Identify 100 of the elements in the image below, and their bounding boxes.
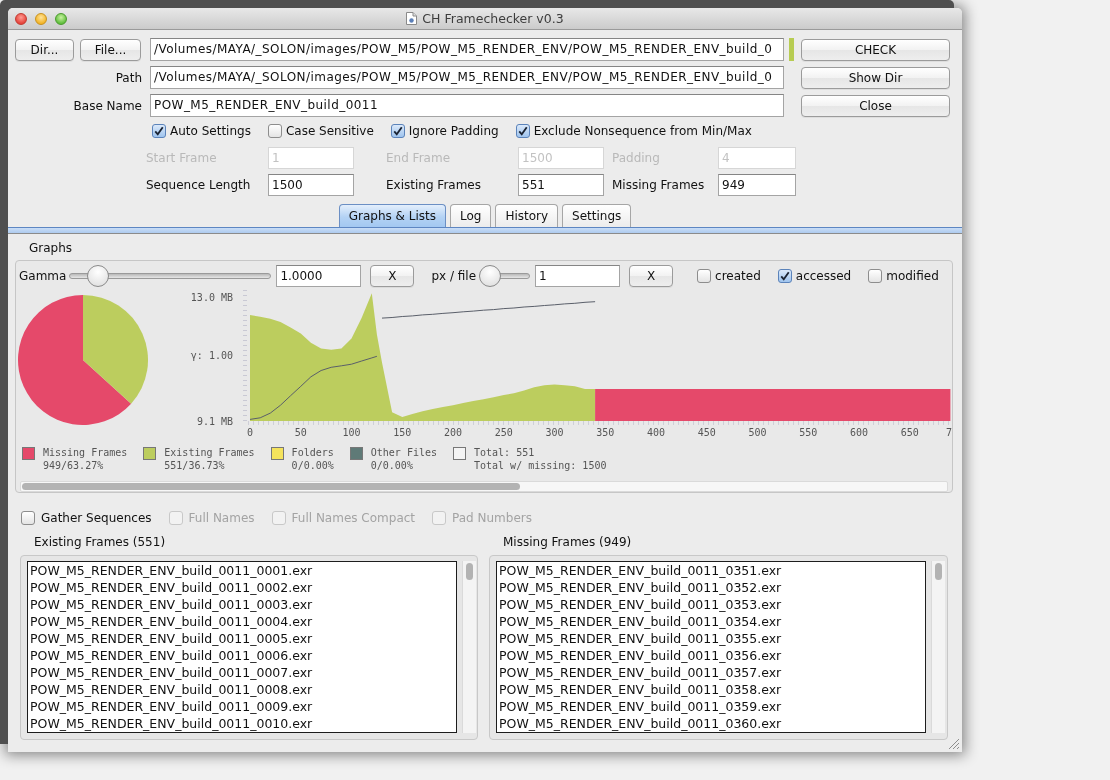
setting-field[interactable]: 1500 [268, 174, 354, 196]
tick-label: 500 [748, 427, 767, 438]
tab[interactable]: History [495, 204, 559, 227]
list-title: Missing Frames (949) [502, 535, 633, 549]
check-button[interactable]: CHECK [801, 38, 950, 61]
list-item[interactable]: POW_M5_RENDER_ENV_build_0011_0010.exr [28, 715, 456, 732]
slider-track[interactable] [69, 265, 272, 287]
legend-value: 0/0.00% [291, 459, 334, 472]
list-item[interactable]: POW_M5_RENDER_ENV_build_0011_0360.exr [497, 715, 925, 732]
list-item[interactable]: POW_M5_RENDER_ENV_build_0011_0003.exr [28, 596, 456, 613]
window-zoom-button[interactable] [55, 12, 67, 25]
tick-label: 650 [900, 427, 919, 438]
vertical-scrollbar[interactable] [462, 561, 476, 733]
checkbox-label[interactable]: Gather Sequences [41, 511, 152, 525]
checkbox-label[interactable]: Case Sensitive [285, 124, 374, 138]
checkbox[interactable] [697, 269, 712, 283]
checkbox[interactable] [21, 511, 35, 525]
file-path-field[interactable]: /Volumes/MAYA/_SOLON/images/POW_M5/POW_M5_RENDER_ENV/POW_M5_RENDER_ENV_build_0 [150, 38, 784, 61]
tick-label: 300 [545, 427, 564, 438]
tick-label: 350 [596, 427, 615, 438]
checkbox-label[interactable]: created [715, 269, 761, 283]
list-item[interactable]: POW_M5_RENDER_ENV_build_0011_0008.exr [28, 681, 456, 698]
checkbox[interactable] [515, 124, 530, 138]
window-minimize-button[interactable] [35, 12, 47, 25]
legend-label: Existing Frames [164, 446, 255, 459]
tick-label: 7 [945, 427, 952, 438]
tick-icon [392, 126, 403, 136]
window-close-button[interactable] [15, 12, 27, 25]
checkbox-label[interactable]: Exclude Nonsequence from Min/Max [533, 124, 752, 138]
resize-grip-icon[interactable] [948, 738, 960, 750]
list-item[interactable]: POW_M5_RENDER_ENV_build_0011_0359.exr [497, 698, 925, 715]
list-item[interactable]: POW_M5_RENDER_ENV_build_0011_0009.exr [28, 698, 456, 715]
setting-field[interactable]: 551 [518, 174, 604, 196]
list-item[interactable]: POW_M5_RENDER_ENV_build_0011_0002.exr [28, 579, 456, 596]
scrollbar-thumb[interactable] [22, 483, 520, 490]
value-field[interactable]: 1 [535, 265, 621, 287]
tick-label: 450 [697, 427, 716, 438]
slider-track[interactable] [479, 265, 531, 287]
list-title: Existing Frames (551) [33, 535, 167, 549]
list-item[interactable]: POW_M5_RENDER_ENV_build_0011_0351.exr [497, 562, 925, 579]
scrollbar-thumb[interactable] [466, 563, 473, 580]
legend-value: 0/0.00% [370, 459, 414, 472]
tab[interactable]: Graphs & Lists [338, 204, 446, 227]
list-item[interactable]: POW_M5_RENDER_ENV_build_0011_0352.exr [497, 579, 925, 596]
list-item[interactable]: POW_M5_RENDER_ENV_build_0011_0355.exr [497, 630, 925, 647]
reset-button[interactable]: X [629, 265, 674, 287]
horizontal-scrollbar[interactable] [20, 481, 948, 492]
tick-label: 0 [247, 427, 253, 438]
field-label: Base Name [72, 98, 143, 113]
slider-thumb[interactable] [479, 265, 502, 287]
list-item[interactable]: POW_M5_RENDER_ENV_build_0011_0005.exr [28, 630, 456, 647]
setting-label: Existing Frames [385, 178, 482, 192]
tab[interactable]: Settings [562, 204, 632, 227]
base-name-field[interactable]: POW_M5_RENDER_ENV_build_0011 [150, 94, 784, 117]
list-item[interactable]: POW_M5_RENDER_ENV_build_0011_0004.exr [28, 613, 456, 630]
list-item[interactable]: POW_M5_RENDER_ENV_build_0011_0357.exr [497, 664, 925, 681]
checkbox[interactable] [777, 269, 792, 283]
tick-label: 9.1 MB [196, 415, 233, 427]
show-dir-button[interactable]: Show Dir [801, 66, 950, 89]
browse-button[interactable]: Dir... [15, 38, 74, 61]
tick-icon [517, 126, 528, 136]
tick-label: 200 [444, 427, 463, 438]
tick-label: 600 [850, 427, 869, 438]
checkbox-label[interactable]: Ignore Padding [408, 124, 499, 138]
list-item[interactable]: POW_M5_RENDER_ENV_build_0011_0354.exr [497, 613, 925, 630]
legend-label: Other Files [370, 446, 437, 459]
tick-label: 100 [342, 427, 361, 438]
vertical-scrollbar[interactable] [931, 561, 945, 733]
path-field[interactable]: /Volumes/MAYA/_SOLON/images/POW_M5/POW_M5_RENDER_ENV/POW_M5_RENDER_ENV_build_0 [150, 66, 784, 89]
legend-value: 949/63.27% [43, 459, 105, 472]
checkbox-label[interactable]: accessed [795, 269, 852, 283]
legend-value: 551/36.73% [164, 459, 226, 472]
list-item[interactable]: POW_M5_RENDER_ENV_build_0011_0007.exr [28, 664, 456, 681]
list-item[interactable]: POW_M5_RENDER_ENV_build_0011_0006.exr [28, 647, 456, 664]
tick-label: 550 [799, 427, 818, 438]
close-button[interactable]: Close [801, 94, 950, 117]
list-item[interactable]: POW_M5_RENDER_ENV_build_0011_0358.exr [497, 681, 925, 698]
setting-label: Missing Frames [611, 178, 706, 192]
value-field[interactable]: 1.0000 [276, 265, 362, 287]
browse-button[interactable]: File... [80, 38, 141, 61]
tab[interactable]: Log [449, 204, 492, 227]
list-item[interactable]: POW_M5_RENDER_ENV_build_0011_0353.exr [497, 596, 925, 613]
list-item[interactable]: POW_M5_RENDER_ENV_build_0011_0356.exr [497, 647, 925, 664]
checkbox-label[interactable]: Auto Settings [170, 124, 251, 138]
checkbox-label[interactable]: modified [886, 269, 939, 283]
setting-field[interactable]: 949 [718, 174, 796, 196]
tick-icon [154, 126, 164, 136]
section-title: Graphs [29, 241, 73, 255]
scrollbar-thumb[interactable] [935, 563, 942, 580]
checkbox[interactable] [868, 269, 883, 283]
field-label: Path [114, 70, 143, 85]
list-item[interactable]: POW_M5_RENDER_ENV_build_0011_0001.exr [28, 562, 456, 579]
checkbox[interactable] [152, 124, 166, 138]
legend-label: Folders [291, 446, 334, 459]
tick-label: 250 [494, 427, 513, 438]
tick-icon [779, 271, 790, 281]
checkbox[interactable] [267, 124, 282, 138]
reset-button[interactable]: X [370, 265, 415, 287]
checkbox[interactable] [390, 124, 405, 138]
slider-thumb[interactable] [87, 265, 110, 287]
